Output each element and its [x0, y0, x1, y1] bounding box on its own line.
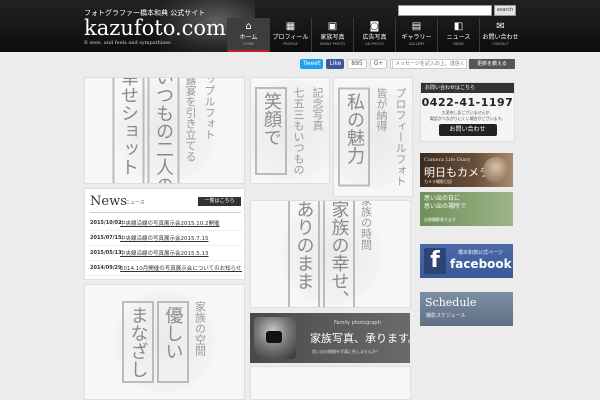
news-item[interactable]: 2014/09/29 2014.10月開催の写真展示会についてのお知らせ...: [90, 261, 242, 276]
search-input[interactable]: [398, 5, 492, 16]
tile-family-space[interactable]: 家族の空間 優しい まなざし: [84, 284, 245, 400]
tile-couple-photo[interactable]: カップルフォト 披露宴を引き立てる いつもの二人の 幸せショット: [84, 77, 245, 184]
news-more-button[interactable]: 一覧はこちら: [198, 197, 241, 206]
news-icon: ◧: [453, 21, 464, 32]
family-photo-icon: ▣: [327, 21, 338, 32]
news-date: 2015/10/02: [90, 220, 122, 226]
photographer-avatar: [483, 157, 509, 183]
tile-profile-photo[interactable]: プロフィールフォト 皆が納得 私の魅力: [333, 77, 413, 197]
mail-submit-button[interactable]: 更新を教える: [469, 59, 515, 69]
news-link[interactable]: 中央線沿線の写真展示会2015.5.13: [120, 249, 242, 257]
site-logo[interactable]: kazufoto.com: [84, 17, 226, 39]
news-item[interactable]: 2015/10/02 中央線沿線の写真展示会2015.10.2開催: [90, 216, 242, 231]
nav-family-photo[interactable]: ▣ 家族写真 FAMILY PHOTO: [311, 18, 353, 52]
site-tagline: It sees, and feels and sympathizes: [84, 40, 171, 46]
facebook-icon: f: [424, 248, 446, 274]
search-button[interactable]: search: [494, 5, 516, 16]
news-date: 2015/07/15: [90, 235, 122, 241]
camera-diary-banner[interactable]: Camera Life Diary 明日もカメラ カメラ撮影日記: [420, 153, 513, 187]
news-panel: News ニュース 一覧はこちら 2015/10/02 中央線沿線の写真展示会2…: [84, 188, 245, 280]
contact-note-2: 電話がつながりにくい場合がございます。: [429, 116, 506, 121]
tile-family-time[interactable]: 家族の時間 家族の幸せ、 ありのまま: [250, 200, 411, 308]
nav-contact[interactable]: ✉ お問い合わせ CONTACT: [479, 18, 521, 52]
ad-photo-icon: ◙: [369, 21, 380, 32]
gallery-icon: ▤: [411, 21, 422, 32]
contact-phone[interactable]: 0422-41-1197: [421, 96, 514, 109]
camera-icon: [266, 331, 282, 343]
facebook-like-button[interactable]: Like: [326, 59, 345, 69]
facebook-banner[interactable]: f 橋本和典公式ページ facebook: [420, 244, 513, 278]
photographer-photo: [254, 317, 296, 359]
profile-icon: ▦: [285, 21, 296, 32]
nav-ad-photo[interactable]: ◙ 広告写真 AD PHOTO: [353, 18, 395, 52]
contact-box: お問い合わせはこちら 0422-41-1197 大変申し訳ございませんが、 電話…: [420, 82, 515, 142]
divider: [90, 212, 241, 213]
news-title: News: [90, 194, 127, 209]
news-date: 2014/09/29: [90, 265, 122, 271]
home-icon: ⌂: [245, 21, 252, 32]
news-item[interactable]: 2015/07/15 中央線沿線の写真展示会2015.7.15: [90, 231, 242, 246]
like-count: 895: [347, 59, 367, 69]
tile-family-sum-photo[interactable]: 記念写真 七五三もいつもの 笑顔で: [250, 77, 330, 184]
news-list: 2015/10/02 中央線沿線の写真展示会2015.10.2開催 2015/0…: [90, 216, 242, 276]
mail-input[interactable]: [392, 59, 467, 69]
news-link[interactable]: 中央線沿線の写真展示会2015.7.15: [120, 234, 242, 242]
schedule-banner[interactable]: Schedule 撮影スケジュール: [420, 292, 513, 326]
news-subtitle: ニュース: [125, 200, 145, 206]
news-item[interactable]: 2015/05/13 中央線沿線の写真展示会2015.5.13: [90, 246, 242, 261]
nav-gallery[interactable]: ▤ ギャラリー GALLERY: [395, 18, 437, 52]
family-photo-banner[interactable]: Family photograph 家族写真、承ります。 思い出の瞬間を写真に残…: [250, 313, 410, 363]
mail-icon: ✉: [496, 21, 505, 32]
location-shoot-banner[interactable]: 思い出の日に 思い出の場所で 出張撮影承ります: [420, 192, 513, 226]
nav-profile[interactable]: ▦ プロフィール PROFILE: [269, 18, 311, 52]
nav-home[interactable]: ⌂ ホーム HOME: [227, 18, 269, 52]
contact-heading: お問い合わせはこちら: [421, 83, 514, 93]
contact-button[interactable]: お問い合わせ: [438, 124, 497, 136]
tile-bottom[interactable]: [250, 366, 411, 400]
news-link[interactable]: 中央線沿線の写真展示会2015.10.2開催: [120, 219, 242, 227]
contact-note-1: 大変申し訳ございませんが、: [441, 110, 494, 115]
main-nav: ⌂ ホーム HOME ▦ プロフィール PROFILE ▣ 家族写真 FAMIL…: [227, 18, 521, 52]
nav-news[interactable]: ◧ ニュース NEWS: [437, 18, 479, 52]
site-header: フォトグラファー橋本和典 公式サイト kazufoto.com It sees,…: [0, 0, 600, 52]
tweet-button[interactable]: Tweet: [300, 59, 324, 69]
social-bar: Tweet Like 895 G+ 0: [300, 59, 403, 69]
news-date: 2015/05/13: [90, 250, 122, 256]
news-link[interactable]: 2014.10月開催の写真展示会についてのお知らせ...: [120, 264, 242, 272]
gplus-button[interactable]: G+: [369, 59, 388, 69]
